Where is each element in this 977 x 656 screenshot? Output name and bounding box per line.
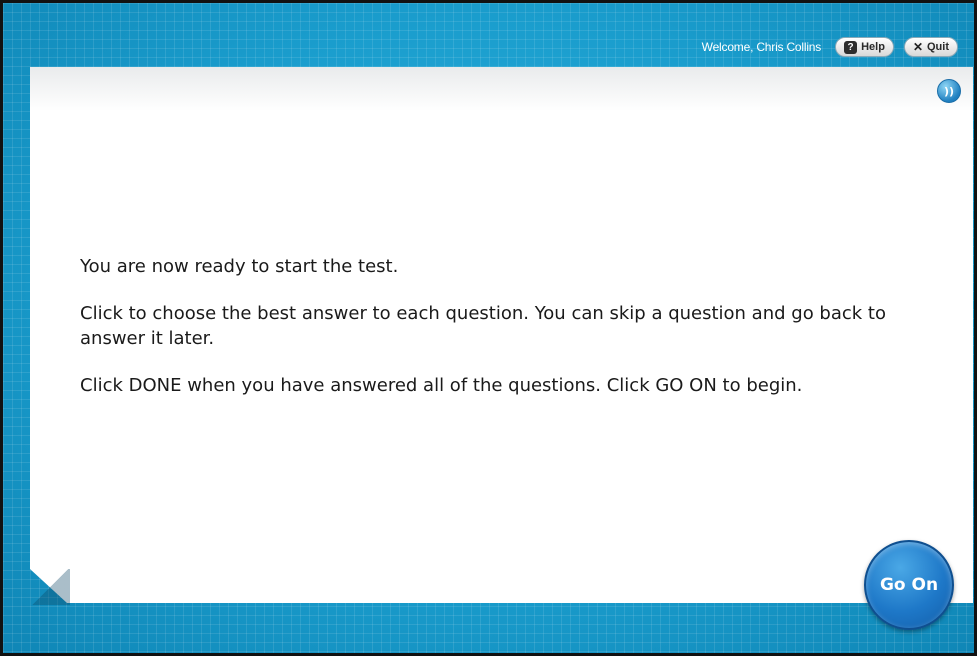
- instructions: You are now ready to start the test. Cli…: [80, 254, 940, 420]
- content-panel: )) You are now ready to start the test. …: [30, 67, 973, 603]
- x-icon: ✕: [912, 40, 923, 54]
- instruction-line-1: You are now ready to start the test.: [80, 256, 399, 277]
- welcome-text: Welcome, Chris Collins: [701, 40, 822, 54]
- audio-glyph: )): [943, 84, 955, 98]
- question-icon: ?: [844, 40, 858, 54]
- go-on-label: Go On: [879, 575, 939, 595]
- quit-label: Quit: [927, 41, 949, 53]
- top-bar: Welcome, Chris Collins ? Help ✕ Quit: [702, 37, 958, 57]
- help-label: Help: [861, 41, 885, 53]
- quit-button[interactable]: ✕ Quit: [903, 37, 958, 57]
- app-frame: Welcome, Chris Collins ? Help ✕ Quit )) …: [0, 0, 977, 656]
- help-button[interactable]: ? Help: [835, 37, 894, 57]
- speaker-audio-icon[interactable]: )): [937, 79, 961, 103]
- instruction-line-2: Click to choose the best answer to each …: [80, 303, 887, 349]
- go-on-button[interactable]: Go On: [864, 540, 954, 630]
- instruction-line-3: Click DONE when you have answered all of…: [80, 375, 803, 396]
- panel-header: [30, 67, 973, 111]
